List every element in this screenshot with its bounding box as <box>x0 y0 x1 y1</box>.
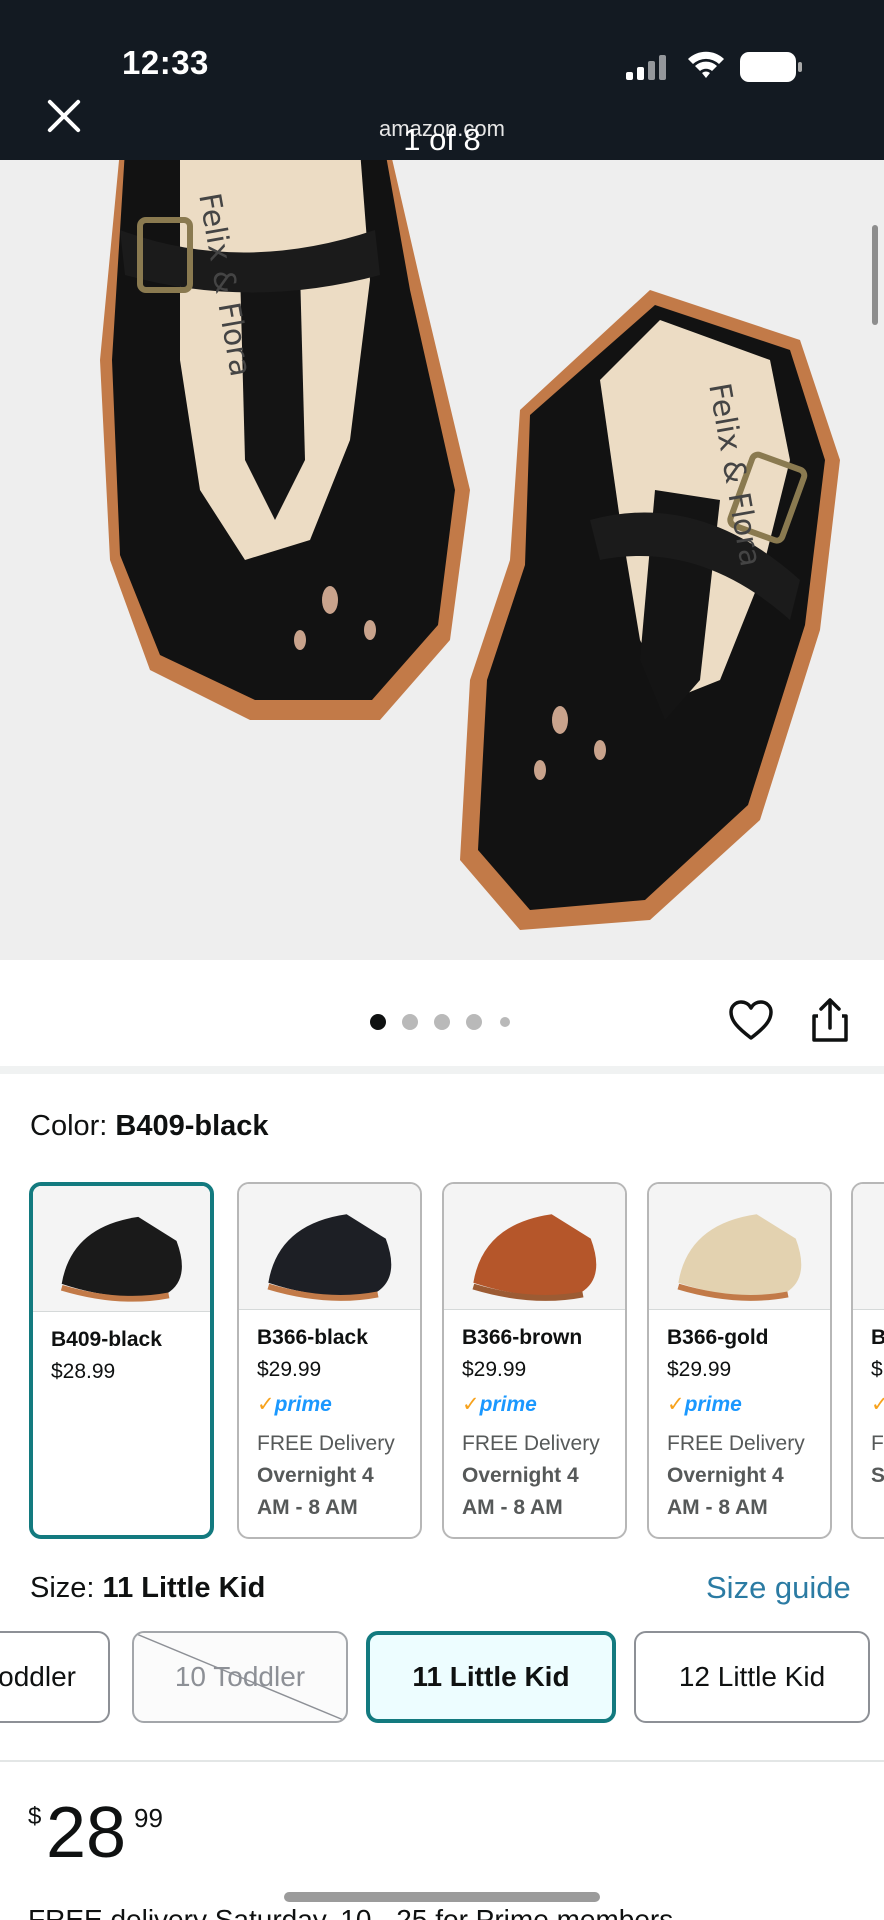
swatch-name: B <box>871 1326 884 1350</box>
check-icon: ✓ <box>871 1393 884 1416</box>
price-symbol: $ <box>28 1803 42 1830</box>
swatch-name: B366-black <box>257 1326 368 1349</box>
size-option-selected[interactable]: 11 Little Kid <box>366 1631 616 1723</box>
section-divider <box>0 1760 884 1762</box>
swatch-price: $28.99 <box>51 1360 116 1383</box>
status-time: 12:33 <box>122 44 209 81</box>
check-icon: ✓ <box>462 1393 480 1416</box>
check-icon: ✓ <box>257 1393 275 1416</box>
color-swatch-selected[interactable]: B409-black $28.99 <box>29 1182 214 1539</box>
swatch-price: $29.99 <box>462 1358 527 1381</box>
size-option[interactable]: 12 Little Kid <box>634 1631 870 1723</box>
color-swatch-partial[interactable]: B $ ✓ Fl S <box>851 1182 884 1539</box>
swatch-delivery: FREE Delivery Overnight 4 AM - 8 AM <box>667 1432 805 1519</box>
swatch-price: $ <box>871 1358 883 1381</box>
price-fraction: 99 <box>134 1803 163 1833</box>
color-value: B409-black <box>115 1110 269 1142</box>
section-divider <box>0 1066 884 1074</box>
swatch-name: B409-black <box>51 1328 162 1351</box>
color-swatch[interactable]: B366-gold $29.99 ✓prime FREE Delivery Ov… <box>647 1182 832 1539</box>
color-label: Color: B409-black <box>30 1110 269 1142</box>
size-guide-link[interactable]: Size guide <box>706 1570 851 1606</box>
swatch-thumbnail <box>649 1184 830 1310</box>
prime-badge: ✓prime <box>667 1393 742 1416</box>
swatch-price: $29.99 <box>257 1358 322 1381</box>
size-option-unavailable[interactable]: 10 Toddler <box>132 1631 348 1723</box>
swatch-price: $29.99 <box>667 1358 732 1381</box>
prime-badge: ✓prime <box>257 1393 332 1416</box>
wifi-icon <box>688 51 724 78</box>
heart-icon[interactable] <box>728 998 774 1044</box>
carousel-dot-active[interactable] <box>370 1014 386 1030</box>
size-label: Size: 11 Little Kid <box>30 1572 266 1604</box>
top-bar: 12:33 amazon.com 1 of 8 <box>0 0 884 160</box>
price-whole: 28 <box>46 1793 127 1873</box>
battery-icon <box>740 52 802 82</box>
share-icon[interactable] <box>810 996 850 1044</box>
check-icon: ✓ <box>667 1393 685 1416</box>
size-option[interactable]: oddler <box>0 1631 110 1723</box>
swatch-name: B366-gold <box>667 1326 769 1349</box>
carousel-dot[interactable] <box>434 1014 450 1030</box>
scrollbar[interactable] <box>872 225 878 325</box>
signal-icon <box>626 54 670 80</box>
swatch-thumbnail <box>33 1186 210 1312</box>
swatch-thumbnail <box>444 1184 625 1310</box>
prime-badge: ✓ <box>871 1392 884 1417</box>
swatch-delivery: Fl S <box>871 1432 884 1487</box>
swatch-delivery: FREE Delivery Overnight 4 AM - 8 AM <box>462 1432 600 1519</box>
product-page: 12:33 amazon.com 1 of 8 Felix & Flora Fe… <box>0 0 884 1920</box>
product-image[interactable]: Felix & Flora Felix & Flora <box>0 160 884 960</box>
prime-badge: ✓prime <box>462 1393 537 1416</box>
swatch-delivery: FREE Delivery Overnight 4 AM - 8 AM <box>257 1432 395 1519</box>
color-swatch[interactable]: B366-black $29.99 ✓prime FREE Delivery O… <box>237 1182 422 1539</box>
swatch-name: B366-brown <box>462 1326 583 1349</box>
product-photo: Felix & Flora Felix & Flora <box>0 160 884 960</box>
carousel-dot[interactable] <box>402 1014 418 1030</box>
swatch-thumbnail <box>239 1184 420 1310</box>
carousel-dot[interactable] <box>500 1017 510 1027</box>
delivery-teaser: FREE delivery Saturday, 10 - 25 for Prim… <box>28 1904 674 1920</box>
color-swatch[interactable]: B366-brown $29.99 ✓prime FREE Delivery O… <box>442 1182 627 1539</box>
unavailable-strike <box>134 1633 346 1721</box>
home-indicator[interactable] <box>284 1892 600 1902</box>
carousel-dot[interactable] <box>466 1014 482 1030</box>
size-value: 11 Little Kid <box>102 1572 266 1604</box>
image-counter: 1 of 8 <box>403 122 481 157</box>
swatch-thumbnail <box>853 1184 884 1310</box>
close-icon[interactable] <box>40 92 88 140</box>
